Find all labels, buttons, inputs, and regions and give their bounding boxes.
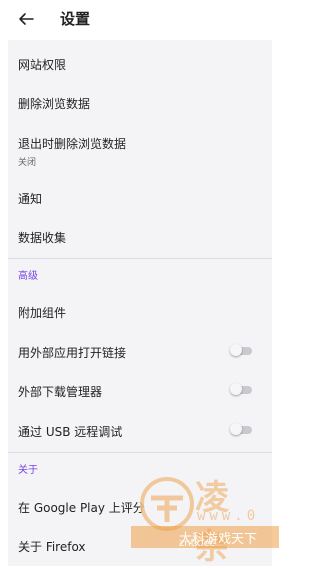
delete-on-quit-value: 关闭 [18, 158, 37, 168]
notifications-item[interactable]: 通知 [18, 190, 42, 207]
watermark-small-url: zntx.cc [179, 538, 215, 549]
watermark-logo-icon [140, 477, 194, 531]
open-links-in-apps-toggle[interactable] [230, 344, 252, 356]
rate-on-google-play-item[interactable]: 在 Google Play 上评分 [18, 499, 145, 516]
app-bar: 设置 [0, 0, 279, 38]
delete-on-quit-item[interactable]: 退出时删除浏览数据 关闭 [18, 135, 126, 168]
about-firefox-item[interactable]: 关于 Firefox [18, 538, 86, 555]
toggle-knob [230, 423, 242, 435]
remote-debugging-usb-toggle[interactable] [230, 423, 252, 435]
open-links-in-apps-label[interactable]: 用外部应用打开链接 [18, 344, 126, 361]
external-download-manager-toggle[interactable] [230, 383, 252, 395]
external-download-manager-label[interactable]: 外部下载管理器 [18, 383, 102, 400]
toggle-knob [230, 344, 242, 356]
watermark: 凌 杂 www.0 大科游戏天下 zntx.cc [131, 470, 279, 567]
addons-item[interactable]: 附加组件 [18, 304, 66, 321]
data-collection-item[interactable]: 数据收集 [18, 229, 66, 246]
arrow-left-icon [19, 13, 34, 25]
section-divider [8, 452, 272, 453]
page-title: 设置 [60, 10, 91, 28]
section-header-about: 关于 [18, 465, 38, 476]
section-divider [8, 258, 272, 259]
watermark-url: www.0 [197, 508, 260, 524]
delete-browsing-data-item[interactable]: 删除浏览数据 [18, 95, 90, 112]
toggle-knob [230, 383, 242, 395]
delete-on-quit-label: 退出时删除浏览数据 [18, 137, 127, 151]
remote-debugging-usb-label[interactable]: 通过 USB 远程调试 [18, 423, 122, 440]
site-permissions-item[interactable]: 网站权限 [18, 56, 66, 73]
section-header-advanced: 高级 [18, 271, 38, 282]
back-button[interactable] [16, 9, 36, 29]
